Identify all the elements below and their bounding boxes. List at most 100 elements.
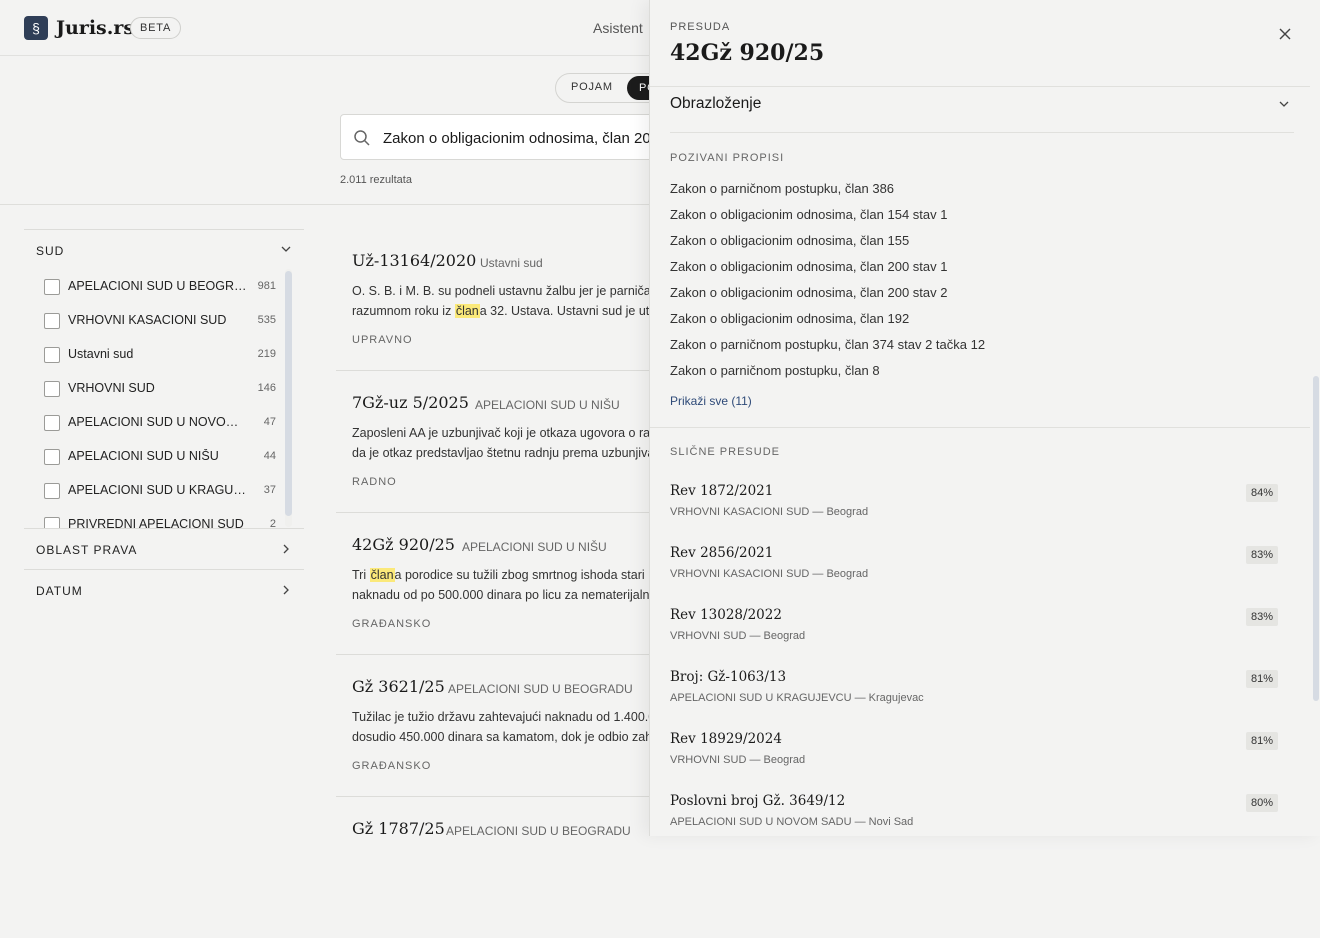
result-card[interactable]: Gž 3621/25 APELACIONI SUD U BEOGRADU Tuž… [336,655,666,797]
propis-link[interactable]: Zakon o obligacionim odnosima, član 200 … [670,259,948,274]
show-all-link[interactable]: Prikaži sve (11) [670,394,752,408]
checkbox[interactable] [44,517,60,528]
panel-title: 42Gž 920/25 [670,40,825,66]
court-filter-item[interactable]: APELACIONI SUD U NOVOM SADU 47 [44,414,276,434]
snippet-line: da je otkaz predstavljao štetnu radnju p… [352,446,652,460]
propis-link[interactable]: Zakon o parničnom postupku, član 386 [670,181,894,196]
similar-case-court: APELACIONI SUD U NOVOM SADU — Novi Sad [670,816,914,828]
similar-case-title[interactable]: Rev 13028/2022 [670,607,782,623]
propis-link[interactable]: Zakon o parničnom postupku, član 8 [670,363,880,378]
propis-link[interactable]: Zakon o obligacionim odnosima, član 192 [670,311,909,326]
result-title[interactable]: Gž 3621/25 [352,677,445,696]
similarity-badge: 80% [1245,794,1278,812]
similar-case[interactable]: Poslovni broj Gž. 3649/12 APELACIONI SUD… [670,793,1278,836]
court-name: PRIVREDNI APELACIONI SUD [68,517,244,528]
court-list-scrollbar[interactable] [285,271,292,516]
court-filter-item[interactable]: VRHOVNI KASACIONI SUD 535 [44,312,276,332]
court-name: Ustavni sud [68,347,134,361]
propis-link[interactable]: Zakon o obligacionim odnosima, član 155 [670,233,909,248]
chevron-down-icon [281,246,291,252]
court-filter-item[interactable]: Ustavni sud 219 [44,346,276,366]
propis-link[interactable]: Zakon o obligacionim odnosima, član 200 … [670,285,948,300]
filter-oblast-header[interactable]: OBLAST PRAVA [24,528,304,569]
similar-case[interactable]: Broj: Gž-1063/13 APELACIONI SUD U KRAGUJ… [670,669,1278,717]
court-count: 2 [269,518,276,528]
mode-pojam-button[interactable]: POJAM [571,81,613,93]
checkbox[interactable] [44,381,60,397]
snippet-line: naknadu od po 500.000 dinara po licu za … [352,588,650,602]
propis-link[interactable]: Zakon o parničnom postupku, član 374 sta… [670,337,985,352]
result-title[interactable]: Už-13164/2020 [352,251,476,270]
checkbox[interactable] [44,347,60,363]
result-title[interactable]: 42Gž 920/25 [352,535,455,554]
similar-case[interactable]: Rev 18929/2024 VRHOVNI SUD — Beograd 81% [670,731,1278,779]
checkbox[interactable] [44,483,60,499]
similarity-badge: 81% [1245,670,1278,688]
checkbox[interactable] [44,415,60,431]
propis-link[interactable]: Zakon o obligacionim odnosima, član 154 … [670,207,948,222]
result-title[interactable]: Gž 1787/25 [352,819,445,838]
court-count: 146 [257,382,276,394]
result-snippet: O. S. B. i M. B. su podneli ustavnu žalb… [352,281,652,321]
panel-kicker: PRESUDA [670,21,731,33]
similar-case-court: APELACIONI SUD U KRAGUJEVCU — Kragujevac [670,692,924,704]
result-snippet: Zaposleni AA je uzbunjivač koji je otkaz… [352,423,652,463]
similar-case-title[interactable]: Rev 1872/2021 [670,483,773,499]
result-card[interactable]: Už-13164/2020 Ustavni sud O. S. B. i M. … [336,229,666,371]
results-list: Už-13164/2020 Ustavni sud O. S. B. i M. … [336,229,666,938]
filter-sud-title: SUD [36,244,65,258]
close-icon[interactable] [1277,26,1293,42]
court-filter-item[interactable]: APELACIONI SUD U NIŠU 44 [44,448,276,468]
result-card[interactable]: Gž 1787/25 APELACIONI SUD U BEOGRADU [336,797,666,938]
logo-icon[interactable]: § [24,16,48,40]
result-card[interactable]: 7Gž-uz 5/2025 APELACIONI SUD U NIŠU Zapo… [336,371,666,513]
similarity-badge: 84% [1245,484,1278,502]
result-court: APELACIONI SUD U NIŠU [462,540,607,554]
court-name: APELACIONI SUD U BEOGRADU [68,279,248,293]
similar-case-title[interactable]: Broj: Gž-1063/13 [670,669,786,685]
chevron-down-icon[interactable] [1278,98,1290,110]
filter-datum-header[interactable]: DATUM [24,569,304,610]
result-court: Ustavni sud [480,256,543,270]
snippet-text: a 32. Ustava. Ustavni sud je ut [479,304,650,318]
court-count: 219 [257,348,276,360]
app-name[interactable]: Juris.rs [56,16,134,40]
beta-badge: BETA [130,17,182,39]
similar-case-title[interactable]: Poslovni broj Gž. 3649/12 [670,793,845,809]
filter-oblast-title: OBLAST PRAVA [36,543,138,557]
nav-asistent-link[interactable]: Asistent [593,20,643,36]
snippet-text: razumnom roku iz [352,304,455,318]
similar-case[interactable]: Rev 2856/2021 VRHOVNI KASACIONI SUD — Be… [670,545,1278,593]
similar-case-court: VRHOVNI SUD — Beograd [670,754,806,766]
snippet-line: razumnom roku iz člana 32. Ustava. Ustav… [352,301,652,321]
court-filter-item[interactable]: APELACIONI SUD U BEOGRADU 981 [44,278,276,298]
court-name: VRHOVNI SUD [68,381,155,395]
court-filter-item[interactable]: VRHOVNI SUD 146 [44,380,276,400]
search-input[interactable] [381,115,675,161]
similar-case-title[interactable]: Rev 18929/2024 [670,731,782,747]
search-icon [354,130,370,146]
court-filter-item[interactable]: APELACIONI SUD U KRAGUJEVCU 37 [44,482,276,502]
highlight: član [454,304,480,318]
result-card[interactable]: 42Gž 920/25 APELACIONI SUD U NIŠU Tri čl… [336,513,666,655]
similar-case[interactable]: Rev 13028/2022 VRHOVNI SUD — Beograd 83% [670,607,1278,655]
checkbox[interactable] [44,279,60,295]
similar-case-title[interactable]: Rev 2856/2021 [670,545,773,561]
court-count: 981 [257,280,276,292]
result-snippet: Tužilac je tužio državu zahtevajući nakn… [352,707,652,747]
similar-case[interactable]: Rev 1872/2021 VRHOVNI KASACIONI SUD — Be… [670,483,1278,531]
checkbox[interactable] [44,313,60,329]
checkbox[interactable] [44,449,60,465]
panel-scrollbar[interactable] [1313,376,1319,701]
filter-sud-header[interactable]: SUD [24,229,304,270]
snippet-line: Zaposleni AA je uzbunjivač koji je otkaz… [352,426,651,440]
similar-case-court: VRHOVNI KASACIONI SUD — Beograd [670,506,869,518]
divider [0,204,660,205]
result-title[interactable]: 7Gž-uz 5/2025 [352,393,469,412]
obrazlozenje-toggle[interactable]: Obrazloženje [670,95,761,113]
result-category: UPRAVNO [352,334,413,346]
court-count: 37 [263,484,276,496]
court-filter-item[interactable]: PRIVREDNI APELACIONI SUD 2 [44,516,276,528]
result-category: GRAĐANSKO [352,618,432,630]
result-category: GRAĐANSKO [352,760,432,772]
